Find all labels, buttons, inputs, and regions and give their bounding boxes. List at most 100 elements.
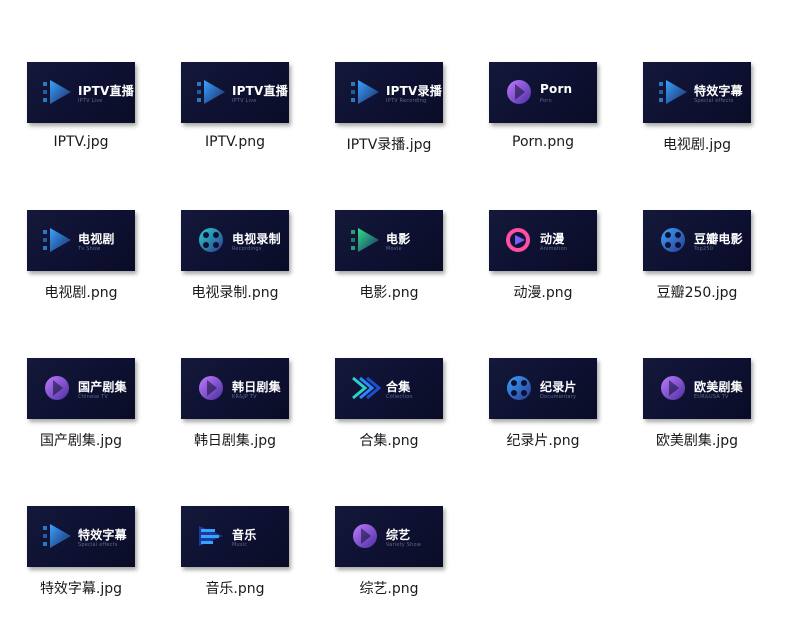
file-name[interactable]: 综艺.png <box>359 578 418 598</box>
thumbnail-title: 电视录制 <box>232 232 281 246</box>
thumbnail-title: IPTV直播 <box>232 84 288 98</box>
file-thumbnail[interactable]: 电影 Movie <box>335 210 443 271</box>
file-name[interactable]: 国产剧集.jpg <box>40 430 122 450</box>
file-item[interactable]: 国产剧集 Chinese TV 国产剧集.jpg <box>11 358 151 488</box>
file-item[interactable]: 合集 Collection 合集.png <box>319 358 459 488</box>
file-thumbnail[interactable]: IPTV直播 IPTV Live <box>27 62 135 123</box>
file-name[interactable]: 特效字幕.jpg <box>40 578 122 598</box>
file-thumbnail[interactable]: 特效字幕 Special effects <box>643 62 751 123</box>
purple-orb-icon <box>45 376 69 400</box>
file-thumbnail[interactable]: IPTV录播 IPTV Recording <box>335 62 443 123</box>
thumbnail-subtitle: Porn <box>540 98 552 104</box>
play-arrow-icon <box>43 80 71 104</box>
file-thumbnail[interactable]: 特效字幕 Special effects <box>27 506 135 567</box>
thumbnail-subtitle: IPTV Live <box>232 98 257 104</box>
file-name[interactable]: IPTV录播.jpg <box>347 134 432 154</box>
file-item[interactable]: 特效字幕 Special effects 电视剧.jpg <box>627 62 767 192</box>
file-item[interactable]: 电视剧 Tv Show 电视剧.png <box>11 210 151 340</box>
file-name[interactable]: 电影.png <box>359 282 418 302</box>
file-thumbnail[interactable]: 韩日剧集 KR&JP TV <box>181 358 289 419</box>
file-item[interactable]: 综艺 Variety Show 综艺.png <box>319 506 459 636</box>
thumbnail-title: IPTV录播 <box>386 84 442 98</box>
thumbnail-title: 豆瓣电影 <box>694 232 743 246</box>
file-thumbnail[interactable]: 合集 Collection <box>335 358 443 419</box>
file-item[interactable]: 动漫 Animation 动漫.png <box>473 210 613 340</box>
purple-orb-icon <box>199 376 223 400</box>
file-thumbnail[interactable]: 电视剧 Tv Show <box>27 210 135 271</box>
file-name[interactable]: 电视录制.png <box>191 282 278 302</box>
thumbnail-subtitle: IPTV Live <box>78 98 103 104</box>
purple-orb-icon <box>507 80 531 104</box>
file-name[interactable]: 欧美剧集.jpg <box>656 430 738 450</box>
file-thumbnail[interactable]: 动漫 Animation <box>489 210 597 271</box>
music-bars-icon <box>199 526 223 546</box>
file-item[interactable]: 电视录制 Recordings 电视录制.png <box>165 210 305 340</box>
thumbnail-title: IPTV直播 <box>78 84 134 98</box>
thumbnail-title: 动漫 <box>540 232 565 246</box>
file-name[interactable]: 电视剧.jpg <box>663 134 731 154</box>
file-item[interactable]: IPTV录播 IPTV Recording IPTV录播.jpg <box>319 62 459 192</box>
file-item[interactable]: 欧美剧集 EUR&USA TV 欧美剧集.jpg <box>627 358 767 488</box>
file-item[interactable]: Porn Porn Porn.png <box>473 62 613 192</box>
file-name[interactable]: IPTV.jpg <box>53 134 108 150</box>
thumbnail-subtitle: Chinese TV <box>78 394 109 400</box>
thumbnail-title: 综艺 <box>386 528 411 542</box>
file-item[interactable]: IPTV直播 IPTV Live IPTV.jpg <box>11 62 151 192</box>
thumbnail-subtitle: Top250 <box>694 246 714 252</box>
file-name[interactable]: Porn.png <box>512 134 574 150</box>
file-name[interactable]: IPTV.png <box>205 134 265 150</box>
file-thumbnail[interactable]: Porn Porn <box>489 62 597 123</box>
file-item[interactable]: 豆瓣电影 Top250 豆瓣250.jpg <box>627 210 767 340</box>
thumbnail-title: 韩日剧集 <box>232 380 281 394</box>
file-name[interactable]: 动漫.png <box>513 282 572 302</box>
file-item[interactable]: 纪录片 Documentary 纪录片.png <box>473 358 613 488</box>
file-thumbnail[interactable]: IPTV直播 IPTV Live <box>181 62 289 123</box>
thumbnail-title: 纪录片 <box>540 380 577 394</box>
thumbnail-subtitle: Movie <box>386 246 402 252</box>
thumbnail-subtitle: Music <box>232 542 248 548</box>
thumbnail-subtitle: Recordings <box>232 246 262 252</box>
file-item[interactable]: IPTV直播 IPTV Live IPTV.png <box>165 62 305 192</box>
file-thumbnail[interactable]: 音乐 Music <box>181 506 289 567</box>
thumbnail-title: 特效字幕 <box>694 84 743 98</box>
thumbnail-title: Porn <box>540 82 573 96</box>
file-name[interactable]: 韩日剧集.jpg <box>194 430 276 450</box>
thumbnail-subtitle: Special effects <box>694 98 734 104</box>
file-item[interactable]: 电影 Movie 电影.png <box>319 210 459 340</box>
file-name[interactable]: 豆瓣250.jpg <box>657 282 738 302</box>
thumbnail-title: 电影 <box>386 232 411 246</box>
file-thumbnail[interactable]: 豆瓣电影 Top250 <box>643 210 751 271</box>
play-arrow-icon <box>197 80 225 104</box>
file-item[interactable]: 音乐 Music 音乐.png <box>165 506 305 636</box>
play-arrow-icon <box>43 524 71 548</box>
film-reel-icon <box>507 376 531 400</box>
file-item[interactable]: 韩日剧集 KR&JP TV 韩日剧集.jpg <box>165 358 305 488</box>
file-thumbnail[interactable]: 纪录片 Documentary <box>489 358 597 419</box>
play-arrow-icon <box>659 80 687 104</box>
file-item[interactable]: 特效字幕 Special effects 特效字幕.jpg <box>11 506 151 636</box>
thumbnail-title: 特效字幕 <box>78 528 127 542</box>
thumbnail-subtitle: Animation <box>540 246 568 252</box>
thumbnail-subtitle: IPTV Recording <box>386 98 427 104</box>
purple-orb-icon <box>661 376 685 400</box>
play-arrow-icon <box>351 80 379 104</box>
file-name[interactable]: 音乐.png <box>205 578 264 598</box>
stack-arrows-icon <box>352 376 381 400</box>
thumbnail-title: 国产剧集 <box>78 380 127 394</box>
file-name[interactable]: 电视剧.png <box>44 282 117 302</box>
thumbnail-title: 电视剧 <box>78 232 115 246</box>
film-reel-icon <box>661 228 685 252</box>
thumbnail-title: 音乐 <box>232 528 257 542</box>
thumbnail-title: 合集 <box>386 380 411 394</box>
thumbnail-subtitle: Documentary <box>540 394 577 400</box>
file-thumbnail[interactable]: 欧美剧集 EUR&USA TV <box>643 358 751 419</box>
file-thumbnail[interactable]: 国产剧集 Chinese TV <box>27 358 135 419</box>
thumbnail-title: 欧美剧集 <box>694 380 743 394</box>
thumbnail-subtitle: KR&JP TV <box>232 394 257 400</box>
file-thumbnail[interactable]: 综艺 Variety Show <box>335 506 443 567</box>
thumbnail-subtitle: Collection <box>386 394 413 400</box>
file-name[interactable]: 纪录片.png <box>506 430 579 450</box>
file-thumbnail[interactable]: 电视录制 Recordings <box>181 210 289 271</box>
file-name[interactable]: 合集.png <box>359 430 418 450</box>
thumbnail-subtitle: Tv Show <box>78 246 101 252</box>
